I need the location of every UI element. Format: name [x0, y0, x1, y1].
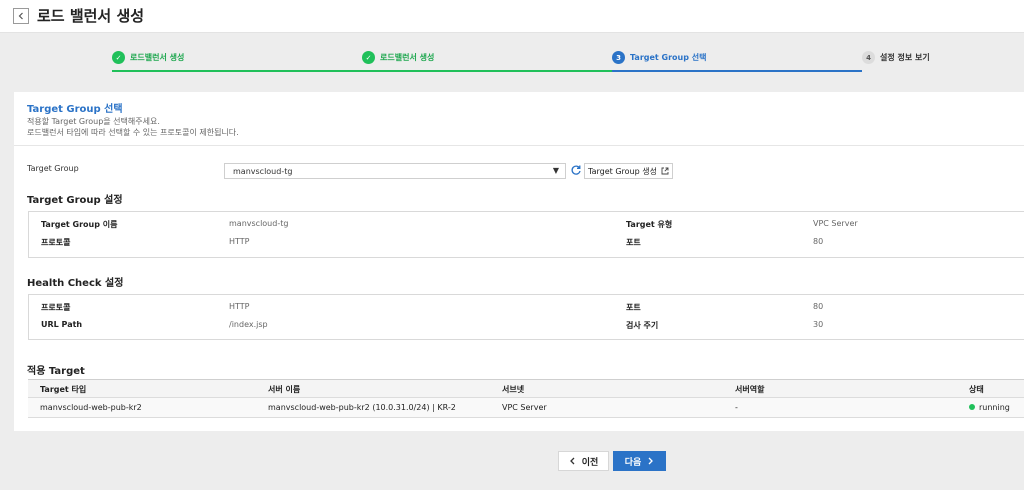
hc-port-value: 80	[813, 302, 824, 311]
chevron-left-icon	[18, 12, 23, 20]
hc-interval-value: 30	[813, 320, 824, 329]
top-bar: 로드 밸런서 생성	[0, 0, 1024, 33]
hc-port-key: 포트	[626, 303, 641, 312]
table-header: Target 타입 서버 이름 서브넷 서버역할 상태	[28, 380, 1024, 398]
progress-line-done	[112, 70, 612, 72]
status-text: running	[979, 403, 1010, 412]
section-header: Target Group 선택 적용할 Target Group을 선택해주세요…	[14, 92, 1024, 146]
tg-settings-title: Target Group 설정	[27, 195, 123, 206]
tg-port-value: 80	[813, 237, 824, 246]
tg-name-key: Target Group 이름	[41, 220, 118, 229]
column-header: 서브넷	[502, 385, 525, 394]
hc-protocol-key: 프로토콜	[41, 303, 71, 312]
next-label: 다음	[624, 457, 642, 468]
section-title: Target Group 선택	[27, 104, 123, 115]
server-name-cell: manvscloud-web-pub-kr2 (10.0.31.0/24) | …	[268, 403, 456, 412]
stepper: ✓ 로드밸런서 생성 ✓ 로드밸런서 생성 3 Target Group 선택 …	[0, 45, 1024, 73]
tg-name-value: manvscloud-tg	[229, 219, 289, 228]
page-title: 로드 밸런서 생성	[37, 7, 145, 25]
hc-path-value: /index.jsp	[229, 320, 268, 329]
status-dot-icon	[969, 404, 975, 410]
tg-settings-box: Target Group 이름 manvscloud-tg Target 유형 …	[28, 211, 1024, 258]
status-cell: running	[969, 403, 1010, 412]
step-2: ✓ 로드밸런서 생성	[362, 51, 434, 64]
step-4-label: 설정 정보 보기	[880, 53, 930, 62]
server-role-cell: -	[735, 403, 738, 412]
health-check-box: 프로토콜 HTTP 포트 80 URL Path /index.jsp 검사 주…	[28, 294, 1024, 340]
refresh-icon[interactable]	[570, 164, 582, 176]
targets-table: Target 타입 서버 이름 서브넷 서버역할 상태 manvscloud-w…	[28, 379, 1024, 418]
step-1-label: 로드밸런서 생성	[130, 53, 185, 62]
column-header: 상태	[969, 385, 984, 394]
step-3: 3 Target Group 선택	[612, 51, 706, 64]
target-group-selected: manvscloud-tg	[233, 167, 293, 176]
targets-title: 적용 Target	[27, 366, 85, 377]
tg-protocol-value: HTTP	[229, 237, 250, 246]
create-target-group-button[interactable]: Target Group 생성	[584, 163, 673, 179]
step-3-label: Target Group 선택	[630, 53, 707, 62]
section-description: 적용할 Target Group을 선택해주세요.	[27, 117, 160, 126]
create-target-group-label: Target Group 생성	[588, 166, 657, 176]
hc-protocol-value: HTTP	[229, 302, 250, 311]
health-check-title: Health Check 설정	[27, 278, 124, 289]
hc-path-key: URL Path	[41, 320, 83, 329]
back-button[interactable]	[13, 8, 29, 24]
column-header: 서버 이름	[268, 385, 301, 394]
step-3-number: 3	[612, 51, 625, 64]
previous-label: 이전	[581, 457, 599, 468]
step-4: 4 설정 정보 보기	[862, 51, 930, 64]
step-1: ✓ 로드밸런서 생성	[112, 51, 184, 64]
tg-protocol-key: 프로토콜	[41, 238, 71, 247]
section-description-2: 로드밸런서 타입에 따라 선택할 수 있는 프로토콜이 제한됩니다.	[27, 128, 239, 137]
table-row[interactable]: manvscloud-web-pub-kr2 manvscloud-web-pu…	[28, 398, 1024, 418]
column-header: 서버역할	[735, 385, 765, 394]
previous-button[interactable]: 이전	[558, 451, 609, 471]
chevron-left-icon	[569, 457, 575, 465]
tg-type-value: VPC Server	[813, 219, 858, 228]
check-icon: ✓	[362, 51, 375, 64]
step-2-label: 로드밸런서 생성	[380, 53, 435, 62]
target-group-select[interactable]: manvscloud-tg ▼	[224, 163, 566, 179]
external-link-icon	[661, 167, 669, 175]
next-button[interactable]: 다음	[613, 451, 666, 471]
target-group-label: Target Group	[27, 164, 79, 173]
column-header: Target 타입	[40, 385, 87, 394]
subnet-cell: VPC Server	[502, 403, 547, 412]
tg-type-key: Target 유형	[626, 220, 673, 229]
hc-interval-key: 검사 주기	[626, 321, 659, 330]
check-icon: ✓	[112, 51, 125, 64]
chevron-right-icon	[648, 457, 654, 465]
progress-line-active	[612, 70, 862, 72]
caret-down-icon: ▼	[552, 166, 559, 175]
step-4-number: 4	[862, 51, 875, 64]
target-type-cell: manvscloud-web-pub-kr2	[40, 403, 142, 412]
tg-port-key: 포트	[626, 238, 641, 247]
main-card: Target Group 선택 적용할 Target Group을 선택해주세요…	[14, 92, 1024, 431]
